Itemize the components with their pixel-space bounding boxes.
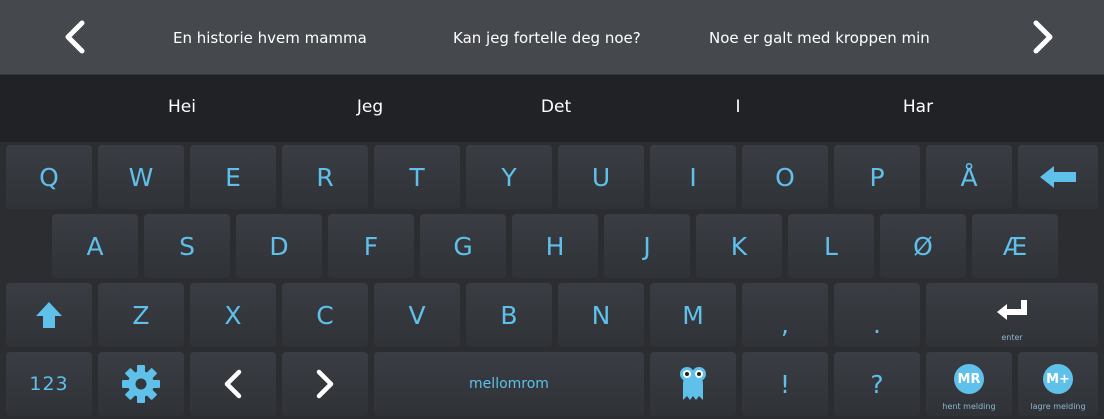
key-l[interactable]: L bbox=[788, 214, 874, 278]
save-message-badge: M+ bbox=[1043, 364, 1073, 394]
suggestion-item[interactable]: Jeg bbox=[310, 75, 430, 142]
chevron-right-icon bbox=[316, 369, 334, 399]
key-h[interactable]: H bbox=[512, 214, 598, 278]
key-e[interactable]: E bbox=[190, 145, 276, 209]
recall-message-button[interactable]: MR hent melding bbox=[926, 352, 1012, 416]
key-d[interactable]: D bbox=[236, 214, 322, 278]
key-a-ring[interactable]: Å bbox=[926, 145, 1012, 209]
suggestion-item[interactable]: Det bbox=[496, 75, 616, 142]
settings-button[interactable] bbox=[98, 352, 184, 416]
key-c[interactable]: C bbox=[282, 283, 368, 347]
key-q[interactable]: Q bbox=[6, 145, 92, 209]
key-i[interactable]: I bbox=[650, 145, 736, 209]
key-g[interactable]: G bbox=[420, 214, 506, 278]
key-r[interactable]: R bbox=[282, 145, 368, 209]
suggestion-item[interactable]: Har bbox=[858, 75, 978, 142]
exclamation-key[interactable]: ! bbox=[742, 352, 828, 416]
enter-key-label: enter bbox=[1001, 333, 1023, 342]
chevron-left-icon bbox=[65, 20, 85, 54]
key-w[interactable]: W bbox=[98, 145, 184, 209]
key-ae[interactable]: Æ bbox=[972, 214, 1058, 278]
key-period[interactable]: . bbox=[834, 283, 920, 347]
key-n[interactable]: N bbox=[558, 283, 644, 347]
key-x[interactable]: X bbox=[190, 283, 276, 347]
phrases-prev-button[interactable] bbox=[50, 0, 100, 74]
mascot-button[interactable] bbox=[650, 352, 736, 416]
phrases-next-button[interactable] bbox=[1018, 0, 1068, 74]
keyboard: Q W E R T Y U I O P Å A S D F G H J K L … bbox=[0, 142, 1104, 419]
key-f[interactable]: F bbox=[328, 214, 414, 278]
suggestion-item[interactable]: Hei bbox=[122, 75, 242, 142]
cursor-left-button[interactable] bbox=[190, 352, 276, 416]
key-m[interactable]: M bbox=[650, 283, 736, 347]
shift-key[interactable] bbox=[6, 283, 92, 347]
phrase-bar: En historie hvem mamma Kan jeg fortelle … bbox=[0, 0, 1104, 75]
backspace-arrow-icon bbox=[1040, 166, 1076, 188]
chevron-left-icon bbox=[224, 369, 242, 399]
key-y[interactable]: Y bbox=[466, 145, 552, 209]
key-k[interactable]: K bbox=[696, 214, 782, 278]
mascot-icon bbox=[680, 367, 706, 400]
key-p[interactable]: P bbox=[834, 145, 920, 209]
key-s[interactable]: S bbox=[144, 214, 230, 278]
cursor-right-button[interactable] bbox=[282, 352, 368, 416]
recall-message-label: hent melding bbox=[942, 402, 996, 411]
enter-arrow-icon bbox=[997, 300, 1027, 320]
suggestion-item[interactable]: I bbox=[678, 75, 798, 142]
key-comma[interactable]: , bbox=[742, 283, 828, 347]
key-t[interactable]: T bbox=[374, 145, 460, 209]
key-z[interactable]: Z bbox=[98, 283, 184, 347]
key-u[interactable]: U bbox=[558, 145, 644, 209]
backspace-key[interactable] bbox=[1018, 145, 1098, 209]
enter-key[interactable]: enter bbox=[926, 283, 1098, 347]
recall-message-badge: MR bbox=[954, 364, 984, 394]
space-key[interactable]: mellomrom bbox=[374, 352, 644, 416]
numbers-key[interactable]: 123 bbox=[6, 352, 92, 416]
key-b[interactable]: B bbox=[466, 283, 552, 347]
phrase-item[interactable]: Kan jeg fortelle deg noe? bbox=[453, 0, 641, 74]
shift-arrow-icon bbox=[36, 302, 62, 328]
save-message-button[interactable]: M+ lagre melding bbox=[1018, 352, 1098, 416]
key-j[interactable]: J bbox=[604, 214, 690, 278]
phrase-item[interactable]: En historie hvem mamma bbox=[173, 0, 367, 74]
gear-icon bbox=[122, 365, 160, 403]
key-o[interactable]: O bbox=[742, 145, 828, 209]
save-message-label: lagre melding bbox=[1030, 402, 1086, 411]
question-key[interactable]: ? bbox=[834, 352, 920, 416]
key-a[interactable]: A bbox=[52, 214, 138, 278]
phrase-item[interactable]: Noe er galt med kroppen min bbox=[709, 0, 930, 74]
word-suggestion-bar: Hei Jeg Det I Har bbox=[0, 75, 1104, 142]
key-o-slash[interactable]: Ø bbox=[880, 214, 966, 278]
key-v[interactable]: V bbox=[374, 283, 460, 347]
chevron-right-icon bbox=[1033, 20, 1053, 54]
